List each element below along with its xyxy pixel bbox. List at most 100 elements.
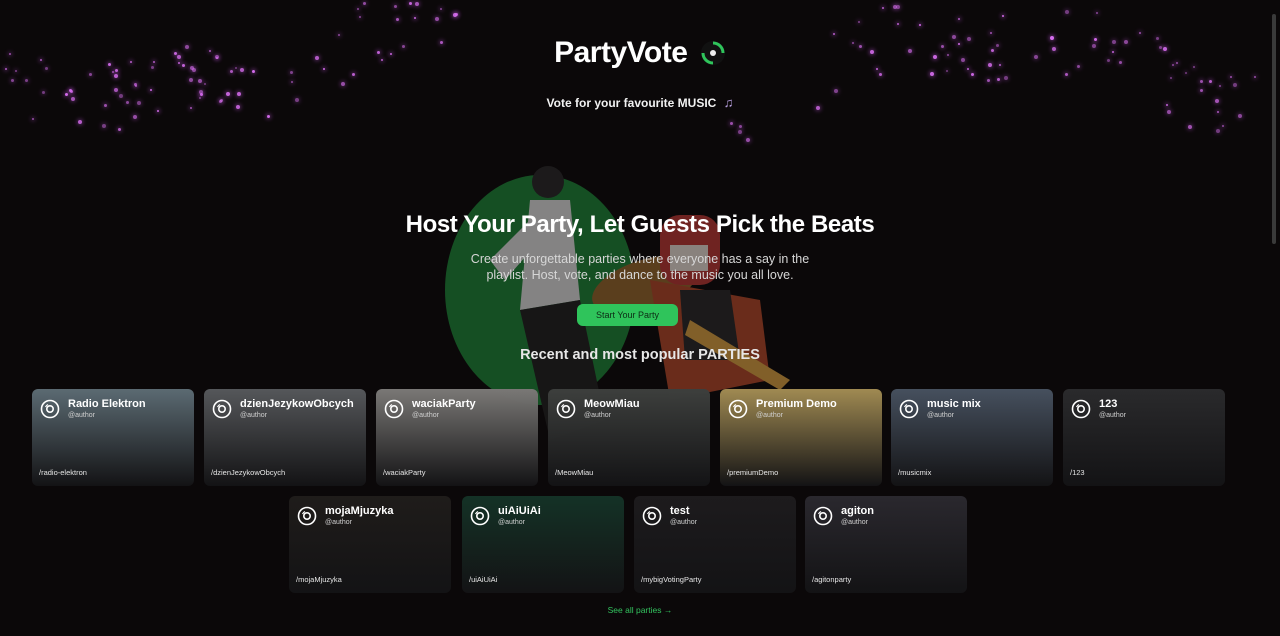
star-dot [439, 7, 442, 10]
party-name: Radio Elektron [68, 398, 146, 410]
party-slug: /mojaMjuzyka [296, 575, 342, 584]
star-dot [409, 2, 413, 5]
star-dot [878, 72, 882, 76]
star-dot [289, 71, 293, 75]
star-dot [945, 70, 948, 73]
party-author: @author [841, 519, 868, 526]
star-dot [1167, 110, 1172, 115]
star-dot [1200, 79, 1204, 83]
vinyl-disc-icon [1071, 399, 1091, 419]
star-dot [989, 31, 992, 34]
start-party-button[interactable]: Start Your Party [577, 304, 678, 326]
star-dot [896, 4, 901, 9]
hero-title: Host Your Party, Let Guests Pick the Bea… [405, 211, 875, 238]
party-card[interactable]: mojaMjuzyka @author/mojaMjuzyka [289, 496, 451, 593]
party-name: MeowMiau [584, 398, 640, 410]
party-slug: /MeowMiau [555, 468, 594, 477]
see-all-parties-link[interactable]: See all parties → [0, 605, 1280, 615]
party-slug: /uiAiUiAi [469, 575, 498, 584]
star-dot [415, 2, 420, 6]
party-author: @author [325, 519, 352, 526]
star-dot [1222, 125, 1225, 128]
star-dot [1064, 9, 1069, 14]
star-dot [188, 77, 193, 82]
vinyl-disc-icon [556, 399, 576, 419]
party-author: @author [670, 519, 697, 526]
star-dot [918, 23, 921, 26]
party-card[interactable]: music mix @author/musicmix [891, 389, 1053, 486]
party-card[interactable]: Radio Elektron @author/radio-elektron [32, 389, 194, 486]
party-author: @author [412, 412, 439, 419]
star-dot [1230, 76, 1233, 79]
star-dot [833, 88, 838, 93]
star-dot [1095, 12, 1098, 15]
star-dot [892, 5, 897, 9]
party-slug: /waciakParty [383, 468, 426, 477]
star-dot [971, 73, 974, 77]
tagline-text: Vote for your favourite MUSIC [546, 96, 717, 110]
star-dot [896, 23, 899, 25]
star-dot [132, 115, 137, 119]
party-author: @author [756, 412, 783, 419]
party-card[interactable]: test @author/mybigVotingParty [634, 496, 796, 593]
star-dot [1218, 85, 1221, 88]
party-author: @author [240, 412, 267, 419]
star-dot [1199, 89, 1203, 93]
star-dot [229, 69, 233, 73]
star-dot [24, 79, 28, 82]
star-dot [112, 71, 115, 74]
party-card[interactable]: 123 @author/123 [1063, 389, 1225, 486]
starfield-background [0, 0, 1280, 180]
star-dot [986, 78, 990, 82]
star-dot [1065, 72, 1069, 76]
party-slug: /musicmix [898, 468, 932, 477]
star-dot [341, 81, 346, 86]
star-dot [266, 115, 270, 118]
star-dot [358, 15, 361, 18]
music-note-icon: ♫ [723, 95, 734, 110]
party-name: Premium Demo [756, 398, 837, 410]
star-dot [117, 127, 121, 131]
star-dot [352, 72, 356, 76]
party-name: dzienJezykowObcych [240, 398, 354, 410]
star-dot [1139, 31, 1142, 34]
star-dot [1216, 111, 1219, 113]
star-dot [197, 78, 202, 83]
party-name: test [670, 505, 690, 517]
party-card[interactable]: uiAiUiAi @author/uiAiUiAi [462, 496, 624, 593]
vinyl-disc-icon [728, 399, 748, 419]
party-name: 123 [1099, 398, 1118, 410]
vinyl-disc-icon [813, 506, 833, 526]
party-name: music mix [927, 398, 981, 410]
party-name: waciakParty [412, 398, 476, 410]
star-dot [11, 78, 15, 82]
star-dot [746, 138, 751, 143]
star-dot [730, 122, 734, 126]
party-card[interactable]: MeowMiau @author/MeowMiau [548, 389, 710, 486]
tagline: Vote for your favourite MUSIC ♫ [0, 95, 1280, 110]
star-dot [414, 17, 417, 20]
star-dot [156, 110, 159, 113]
vinyl-disc-icon [470, 506, 490, 526]
star-dot [396, 18, 400, 22]
star-dot [113, 87, 118, 92]
party-card[interactable]: Premium Demo @author/premiumDemo [720, 389, 882, 486]
vinyl-disc-icon [642, 506, 662, 526]
vinyl-disc-icon [700, 40, 726, 66]
party-slug: /agitonparty [812, 575, 852, 584]
star-dot [1237, 113, 1242, 118]
vinyl-disc-icon [40, 399, 60, 419]
star-dot [77, 119, 82, 124]
star-dot [997, 77, 1000, 81]
landing-page: PartyVote Vote for your favourite MUSIC … [0, 0, 1280, 636]
party-author: @author [68, 412, 95, 419]
party-slug: /dzienJezykowObcych [211, 468, 286, 477]
star-dot [737, 130, 742, 135]
party-name: uiAiUiAi [498, 505, 541, 517]
party-card[interactable]: waciakParty @author/waciakParty [376, 389, 538, 486]
brand-header: PartyVote [0, 36, 1280, 70]
section-title: Recent and most popular PARTIES [520, 347, 760, 363]
vinyl-disc-icon [384, 399, 404, 419]
party-card[interactable]: dzienJezykowObcych @author/dzienJezykowOb… [204, 389, 366, 486]
party-card[interactable]: agiton @author/agitonparty [805, 496, 967, 593]
